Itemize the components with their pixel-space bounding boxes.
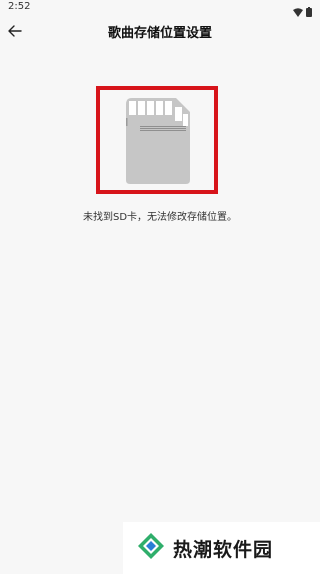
diamond-logo-icon (137, 532, 165, 564)
watermark-text: 热潮软件园 (173, 538, 274, 561)
empty-message: 未找到SD卡，无法修改存储位置。 (82, 212, 238, 223)
app-bar: 歌曲存储位置设置 (0, 16, 320, 46)
sd-card-icon (126, 98, 190, 188)
status-bar: 2:52 (0, 0, 320, 17)
status-time: 2:52 (8, 1, 31, 12)
page-title: 歌曲存储位置设置 (107, 26, 212, 41)
watermark: 热潮软件园 (123, 522, 320, 574)
